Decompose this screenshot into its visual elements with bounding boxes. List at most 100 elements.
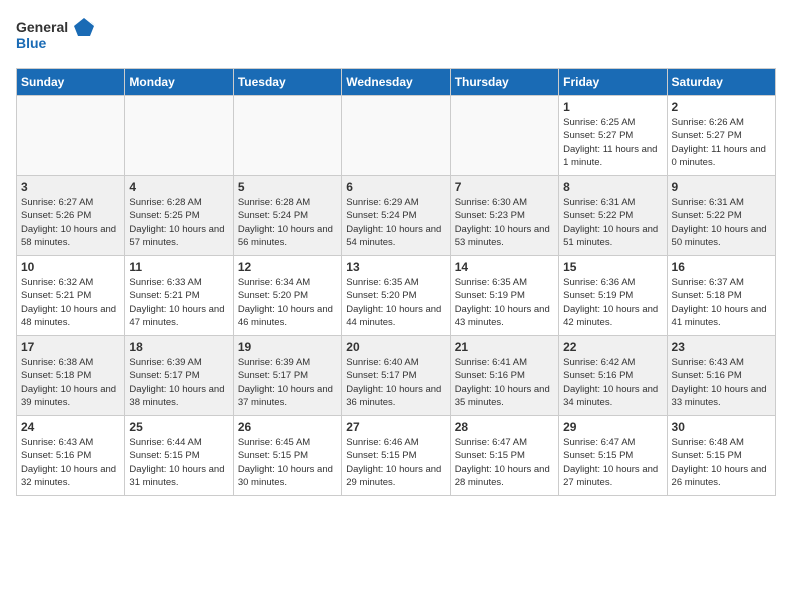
day-info: Sunrise: 6:47 AM Sunset: 5:15 PM Dayligh…: [563, 436, 662, 489]
calendar-cell: 8 Sunrise: 6:31 AM Sunset: 5:22 PM Daylig…: [559, 176, 667, 256]
day-info: Sunrise: 6:30 AM Sunset: 5:23 PM Dayligh…: [455, 196, 554, 249]
svg-text:General: General: [16, 19, 68, 35]
calendar-cell: 22Sunrise: 6:42 AM Sunset: 5:16 PM Dayli…: [559, 336, 667, 416]
header-wednesday: Wednesday: [342, 69, 450, 96]
week-row-1: 1Sunrise: 6:25 AM Sunset: 5:27 PM Daylig…: [17, 96, 776, 176]
day-info: Sunrise: 6:36 AM Sunset: 5:19 PM Dayligh…: [563, 276, 662, 329]
calendar-cell: [233, 96, 341, 176]
day-number: 4: [129, 180, 228, 194]
calendar-cell: 26 Sunrise: 6:45 AM Sunset: 5:15 PM Dayli…: [233, 416, 341, 496]
calendar-cell: 11 Sunrise: 6:33 AM Sunset: 5:21 PM Dayli…: [125, 256, 233, 336]
day-number: 6: [346, 180, 445, 194]
day-info: Sunrise: 6:27 AM Sunset: 5:26 PM Dayligh…: [21, 196, 120, 249]
day-number: 3: [21, 180, 120, 194]
day-number: 15: [563, 260, 662, 274]
logo-svg: General Blue: [16, 16, 96, 56]
calendar-cell: [125, 96, 233, 176]
day-number: 10: [21, 260, 120, 274]
day-number: 28: [455, 420, 554, 434]
day-number: 17: [21, 340, 120, 354]
day-info: Sunrise: 6:48 AM Sunset: 5:15 PM Dayligh…: [672, 436, 771, 489]
calendar-cell: 21 Sunrise: 6:41 AM Sunset: 5:16 PM Dayli…: [450, 336, 558, 416]
calendar-cell: 24 Sunrise: 6:43 AM Sunset: 5:16 PM Dayli…: [17, 416, 125, 496]
calendar-cell: 10 Sunrise: 6:32 AM Sunset: 5:21 PM Dayli…: [17, 256, 125, 336]
day-number: 26: [238, 420, 337, 434]
day-info: Sunrise: 6:32 AM Sunset: 5:21 PM Dayligh…: [21, 276, 120, 329]
week-row-5: 24 Sunrise: 6:43 AM Sunset: 5:16 PM Dayli…: [17, 416, 776, 496]
day-info: Sunrise: 6:44 AM Sunset: 5:15 PM Dayligh…: [129, 436, 228, 489]
calendar-table: SundayMondayTuesdayWednesdayThursdayFrid…: [16, 68, 776, 496]
day-number: 11: [129, 260, 228, 274]
day-number: 25: [129, 420, 228, 434]
day-number: 8: [563, 180, 662, 194]
calendar-cell: 23 Sunrise: 6:43 AM Sunset: 5:16 PM Dayli…: [667, 336, 775, 416]
day-number: 22: [563, 340, 662, 354]
header-sunday: Sunday: [17, 69, 125, 96]
day-number: 13: [346, 260, 445, 274]
calendar-cell: 25 Sunrise: 6:44 AM Sunset: 5:15 PM Dayli…: [125, 416, 233, 496]
day-number: 1: [563, 100, 662, 114]
calendar-cell: 12 Sunrise: 6:34 AM Sunset: 5:20 PM Dayli…: [233, 256, 341, 336]
header-saturday: Saturday: [667, 69, 775, 96]
day-info: Sunrise: 6:35 AM Sunset: 5:19 PM Dayligh…: [455, 276, 554, 329]
day-number: 9: [672, 180, 771, 194]
day-info: Sunrise: 6:43 AM Sunset: 5:16 PM Dayligh…: [672, 356, 771, 409]
calendar-cell: 6 Sunrise: 6:29 AM Sunset: 5:24 PM Daylig…: [342, 176, 450, 256]
calendar-cell: 29 Sunrise: 6:47 AM Sunset: 5:15 PM Dayli…: [559, 416, 667, 496]
day-number: 18: [129, 340, 228, 354]
calendar-cell: [450, 96, 558, 176]
day-info: Sunrise: 6:40 AM Sunset: 5:17 PM Dayligh…: [346, 356, 445, 409]
svg-text:Blue: Blue: [16, 35, 47, 51]
day-number: 19: [238, 340, 337, 354]
page-header: General Blue: [16, 16, 776, 56]
calendar-cell: 13 Sunrise: 6:35 AM Sunset: 5:20 PM Dayli…: [342, 256, 450, 336]
calendar-cell: 5 Sunrise: 6:28 AM Sunset: 5:24 PM Daylig…: [233, 176, 341, 256]
day-number: 7: [455, 180, 554, 194]
calendar-cell: 17 Sunrise: 6:38 AM Sunset: 5:18 PM Dayli…: [17, 336, 125, 416]
calendar-cell: 27Sunrise: 6:46 AM Sunset: 5:15 PM Dayli…: [342, 416, 450, 496]
day-number: 29: [563, 420, 662, 434]
calendar-cell: 20Sunrise: 6:40 AM Sunset: 5:17 PM Dayli…: [342, 336, 450, 416]
calendar-cell: 9 Sunrise: 6:31 AM Sunset: 5:22 PM Daylig…: [667, 176, 775, 256]
day-info: Sunrise: 6:31 AM Sunset: 5:22 PM Dayligh…: [563, 196, 662, 249]
calendar-cell: 28 Sunrise: 6:47 AM Sunset: 5:15 PM Dayli…: [450, 416, 558, 496]
week-row-4: 17 Sunrise: 6:38 AM Sunset: 5:18 PM Dayli…: [17, 336, 776, 416]
day-info: Sunrise: 6:35 AM Sunset: 5:20 PM Dayligh…: [346, 276, 445, 329]
day-info: Sunrise: 6:43 AM Sunset: 5:16 PM Dayligh…: [21, 436, 120, 489]
day-info: Sunrise: 6:31 AM Sunset: 5:22 PM Dayligh…: [672, 196, 771, 249]
day-info: Sunrise: 6:26 AM Sunset: 5:27 PM Dayligh…: [672, 116, 771, 169]
calendar-cell: 4 Sunrise: 6:28 AM Sunset: 5:25 PM Daylig…: [125, 176, 233, 256]
week-row-3: 10 Sunrise: 6:32 AM Sunset: 5:21 PM Dayli…: [17, 256, 776, 336]
day-number: 23: [672, 340, 771, 354]
calendar-cell: 3 Sunrise: 6:27 AM Sunset: 5:26 PM Daylig…: [17, 176, 125, 256]
day-info: Sunrise: 6:41 AM Sunset: 5:16 PM Dayligh…: [455, 356, 554, 409]
day-info: Sunrise: 6:28 AM Sunset: 5:24 PM Dayligh…: [238, 196, 337, 249]
day-info: Sunrise: 6:28 AM Sunset: 5:25 PM Dayligh…: [129, 196, 228, 249]
day-info: Sunrise: 6:29 AM Sunset: 5:24 PM Dayligh…: [346, 196, 445, 249]
day-number: 21: [455, 340, 554, 354]
logo: General Blue: [16, 16, 96, 56]
day-number: 2: [672, 100, 771, 114]
header-friday: Friday: [559, 69, 667, 96]
calendar-cell: [17, 96, 125, 176]
day-number: 14: [455, 260, 554, 274]
day-info: Sunrise: 6:37 AM Sunset: 5:18 PM Dayligh…: [672, 276, 771, 329]
calendar-cell: 18Sunrise: 6:39 AM Sunset: 5:17 PM Dayli…: [125, 336, 233, 416]
calendar-cell: 14 Sunrise: 6:35 AM Sunset: 5:19 PM Dayli…: [450, 256, 558, 336]
calendar-header-row: SundayMondayTuesdayWednesdayThursdayFrid…: [17, 69, 776, 96]
calendar-cell: 30Sunrise: 6:48 AM Sunset: 5:15 PM Dayli…: [667, 416, 775, 496]
day-info: Sunrise: 6:45 AM Sunset: 5:15 PM Dayligh…: [238, 436, 337, 489]
day-info: Sunrise: 6:33 AM Sunset: 5:21 PM Dayligh…: [129, 276, 228, 329]
day-info: Sunrise: 6:47 AM Sunset: 5:15 PM Dayligh…: [455, 436, 554, 489]
header-thursday: Thursday: [450, 69, 558, 96]
calendar-cell: [342, 96, 450, 176]
day-number: 12: [238, 260, 337, 274]
calendar-cell: 15 Sunrise: 6:36 AM Sunset: 5:19 PM Dayli…: [559, 256, 667, 336]
calendar-cell: 2 Sunrise: 6:26 AM Sunset: 5:27 PM Daylig…: [667, 96, 775, 176]
day-number: 24: [21, 420, 120, 434]
day-number: 16: [672, 260, 771, 274]
day-info: Sunrise: 6:46 AM Sunset: 5:15 PM Dayligh…: [346, 436, 445, 489]
day-number: 5: [238, 180, 337, 194]
day-info: Sunrise: 6:38 AM Sunset: 5:18 PM Dayligh…: [21, 356, 120, 409]
day-info: Sunrise: 6:34 AM Sunset: 5:20 PM Dayligh…: [238, 276, 337, 329]
